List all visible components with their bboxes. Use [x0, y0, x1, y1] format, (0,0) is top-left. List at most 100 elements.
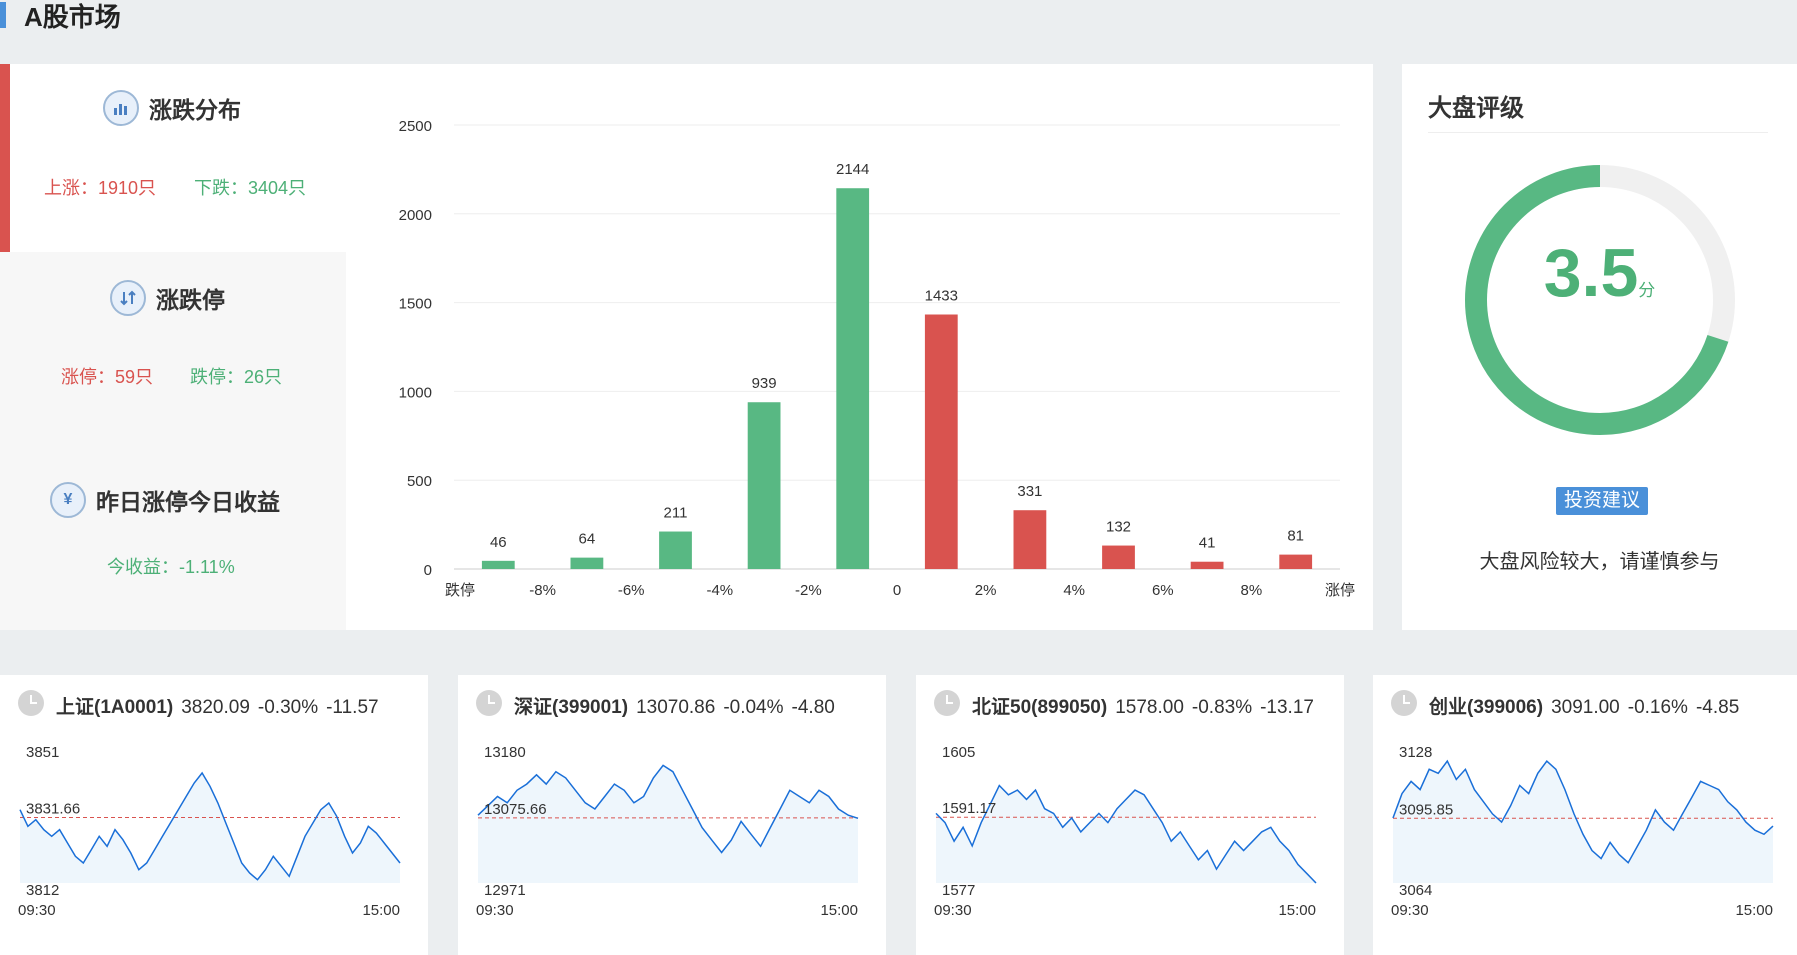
bar[interactable]	[570, 557, 604, 569]
index-change-value: -13.17	[1260, 697, 1314, 718]
index-header: 北证50(899050) 1578.00 -0.83% -13.17	[972, 692, 1322, 719]
x-tick-label: 4%	[1063, 582, 1085, 599]
bar-value-label: 2144	[836, 161, 869, 178]
bar[interactable]	[1279, 554, 1313, 569]
bar[interactable]	[836, 188, 870, 570]
distribution-chart: 0 500 1000 1500 2000 2500 跌停 -8% -6% -4% -2% 0 2% 4% 6…	[346, 64, 1373, 630]
index-card[interactable]: 上证(1A0001) 3820.09 -0.30% -11.57 3851 3831.66…	[0, 675, 428, 955]
intraday-chart: 3851 3831.66 3812 09:30 15:00	[18, 744, 401, 919]
time-start-label: 09:30	[18, 902, 56, 919]
index-change-percent: -0.83%	[1191, 697, 1253, 718]
distribution-title: 涨跌分布	[103, 90, 241, 126]
prev-close-label: 13075.66	[484, 801, 547, 818]
index-name: 深证(399001)	[514, 697, 629, 718]
y-tick-label: 1000	[399, 384, 432, 401]
bar[interactable]	[924, 314, 958, 569]
y-tick-label: 0	[424, 562, 432, 579]
x-tick-label: 涨停	[1325, 582, 1355, 599]
time-end-label: 15:00	[1278, 902, 1316, 919]
stats-column: 涨跌分布 上涨：1910只 下跌：3404只 涨跌停 涨停：59只 跌停：26只…	[0, 64, 346, 630]
down-count: 下跌：3404只	[194, 178, 307, 198]
index-name: 北证50(899050)	[972, 697, 1108, 718]
bar-value-label: 46	[490, 534, 507, 551]
index-change-percent: -0.30%	[257, 697, 319, 718]
limit-title-text: 涨跌停	[156, 287, 225, 313]
clock-icon	[934, 690, 960, 716]
x-tick-label: -8%	[529, 582, 556, 599]
limit-down-count: 跌停：26只	[190, 367, 283, 387]
bar[interactable]	[1102, 545, 1135, 569]
clock-icon	[476, 690, 502, 716]
index-card[interactable]: 深证(399001) 13070.86 -0.04% -4.80 13180 13075.…	[458, 675, 886, 955]
prev-close-label: 1591.17	[942, 800, 996, 817]
rating-score: 3.5分	[1402, 234, 1797, 312]
index-header: 深证(399001) 13070.86 -0.04% -4.80	[514, 692, 843, 719]
high-label: 1605	[942, 744, 975, 761]
rating-title: 大盘评级	[1428, 95, 1524, 122]
bar-value-label: 41	[1199, 535, 1216, 552]
active-tab-indicator	[0, 64, 10, 252]
yesterday-limit-tab[interactable]: ¥ 昨日涨停今日收益	[50, 482, 280, 518]
area-fill	[478, 765, 858, 883]
rating-divider	[1428, 132, 1768, 133]
index-change-value: -11.57	[326, 697, 379, 718]
index-name: 上证(1A0001)	[56, 697, 174, 718]
index-price: 3091.00	[1551, 697, 1620, 718]
x-tick-label: 6%	[1152, 582, 1174, 599]
score-unit: 分	[1638, 281, 1656, 300]
prev-close-label: 3831.66	[26, 800, 80, 817]
investment-advice-button[interactable]: 投资建议	[1556, 487, 1648, 515]
distribution-panel: 涨跌分布 上涨：1910只 下跌：3404只 涨跌停 涨停：59只 跌停：26只…	[0, 64, 1373, 630]
index-price: 13070.86	[636, 697, 716, 718]
index-header: 创业(399006) 3091.00 -0.16% -4.85	[1429, 692, 1747, 719]
score-value: 3.5	[1543, 235, 1639, 311]
high-label: 3128	[1399, 744, 1432, 761]
distribution-tab[interactable]: 涨跌分布 上涨：1910只 下跌：3404只	[0, 64, 346, 252]
intraday-chart: 13180 13075.66 12971 09:30 15:00	[476, 744, 859, 919]
advice-text: 大盘风险较大，请谨慎参与	[1479, 551, 1720, 573]
bar-value-label: 132	[1106, 519, 1131, 536]
bar-chart-icon	[103, 90, 139, 126]
high-label: 3851	[26, 744, 59, 761]
rating-panel: 大盘评级 3.5分 投资建议 大盘风险较大，请谨慎参与	[1402, 64, 1797, 630]
index-price: 3820.09	[181, 697, 250, 718]
time-start-label: 09:30	[934, 902, 972, 919]
bar[interactable]	[659, 531, 692, 569]
index-change-value: -4.85	[1695, 697, 1740, 718]
page-title: A股市场	[24, 2, 121, 32]
time-start-label: 09:30	[1391, 902, 1429, 919]
limit-up-count: 涨停：59只	[61, 367, 154, 387]
intraday-chart: 1605 1591.17 1577 09:30 15:00	[934, 744, 1317, 919]
bar-value-label: 1433	[925, 287, 958, 304]
index-change-percent: -0.16%	[1627, 697, 1688, 718]
y-tick-label: 2500	[399, 118, 432, 135]
bar-value-label: 211	[664, 505, 688, 522]
index-header: 上证(1A0001) 3820.09 -0.30% -11.57	[56, 692, 387, 719]
index-card[interactable]: 北证50(899050) 1578.00 -0.83% -13.17 1605 1591.…	[916, 675, 1344, 955]
bar[interactable]	[481, 560, 515, 569]
limit-tab[interactable]: 涨跌停	[110, 280, 225, 316]
low-label: 12971	[484, 882, 526, 899]
section-header: A股市场	[0, 0, 1797, 64]
time-end-label: 15:00	[362, 902, 400, 919]
bar[interactable]	[1013, 510, 1047, 569]
bar-value-label: 81	[1287, 528, 1304, 545]
prev-close-label: 3095.85	[1399, 801, 1453, 818]
x-tick-label: -2%	[795, 582, 822, 599]
index-card[interactable]: 创业(399006) 3091.00 -0.16% -4.85 3128 3095.85 3…	[1373, 675, 1797, 955]
time-end-label: 15:00	[1735, 902, 1773, 919]
bar[interactable]	[1190, 561, 1224, 569]
yesterday-income: 今收益：-1.11%	[107, 557, 235, 577]
bar-value-label: 331	[1017, 483, 1042, 500]
x-tick-label: -6%	[618, 582, 645, 599]
x-tick-label: 2%	[975, 582, 997, 599]
index-change-value: -4.80	[791, 697, 835, 718]
bar-value-label: 939	[752, 375, 777, 392]
x-tick-label: 8%	[1241, 582, 1263, 599]
header-accent-bar	[0, 2, 6, 28]
low-label: 3064	[1399, 882, 1432, 899]
x-tick-label: 0	[893, 582, 901, 599]
distribution-title-text: 涨跌分布	[149, 97, 241, 123]
bar[interactable]	[747, 402, 781, 569]
up-count: 上涨：1910只	[44, 178, 157, 198]
